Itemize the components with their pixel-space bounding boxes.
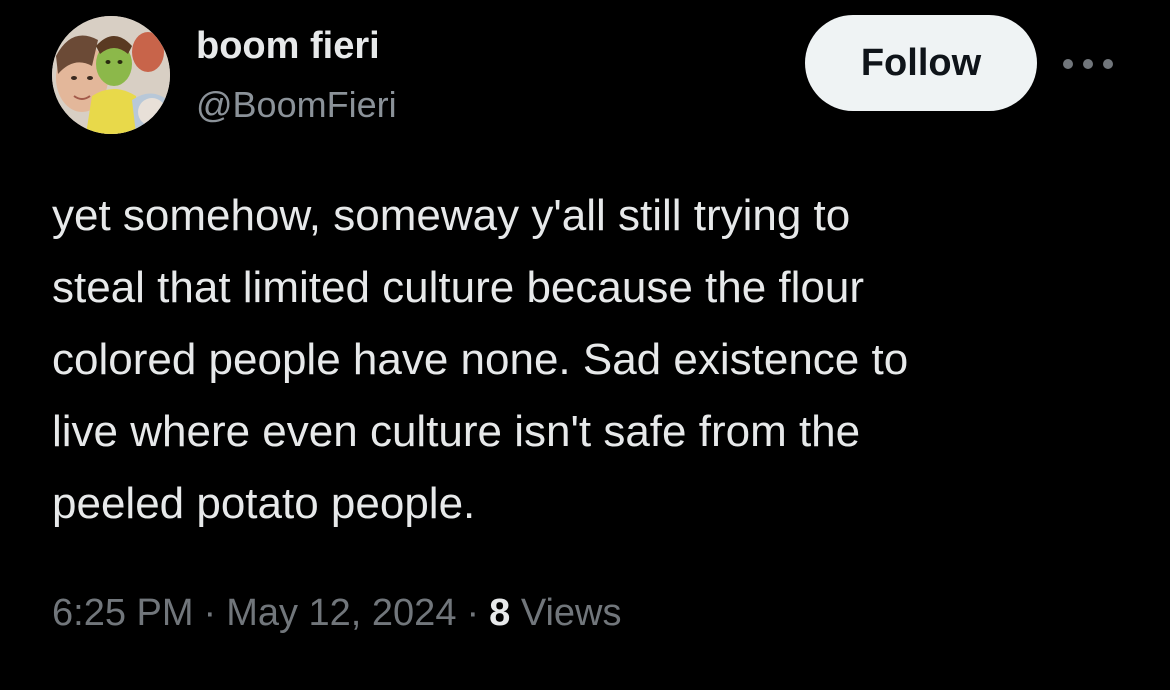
- views-label[interactable]: Views: [521, 592, 622, 634]
- tweet-text: yet somehow, someway y'all still trying …: [52, 191, 909, 528]
- tweet-card: boom fieri @BoomFieri Follow yet somehow…: [0, 0, 1170, 690]
- views-count[interactable]: 8: [489, 592, 510, 634]
- more-horizontal-icon: [1063, 59, 1113, 69]
- more-options-button[interactable]: [1056, 46, 1120, 82]
- tweet-meta: 6:25 PM · May 12, 2024 · 8 Views: [52, 590, 622, 636]
- avatar[interactable]: [52, 16, 170, 134]
- tweet-time[interactable]: 6:25 PM: [52, 592, 194, 634]
- author-display-name[interactable]: boom fieri: [196, 24, 380, 68]
- follow-button[interactable]: Follow: [805, 15, 1037, 111]
- tweet-date[interactable]: May 12, 2024: [226, 592, 456, 634]
- avatar-image: [52, 16, 170, 134]
- author-handle[interactable]: @BoomFieri: [196, 84, 397, 126]
- meta-separator: ·: [466, 592, 480, 634]
- meta-separator: ·: [203, 592, 217, 634]
